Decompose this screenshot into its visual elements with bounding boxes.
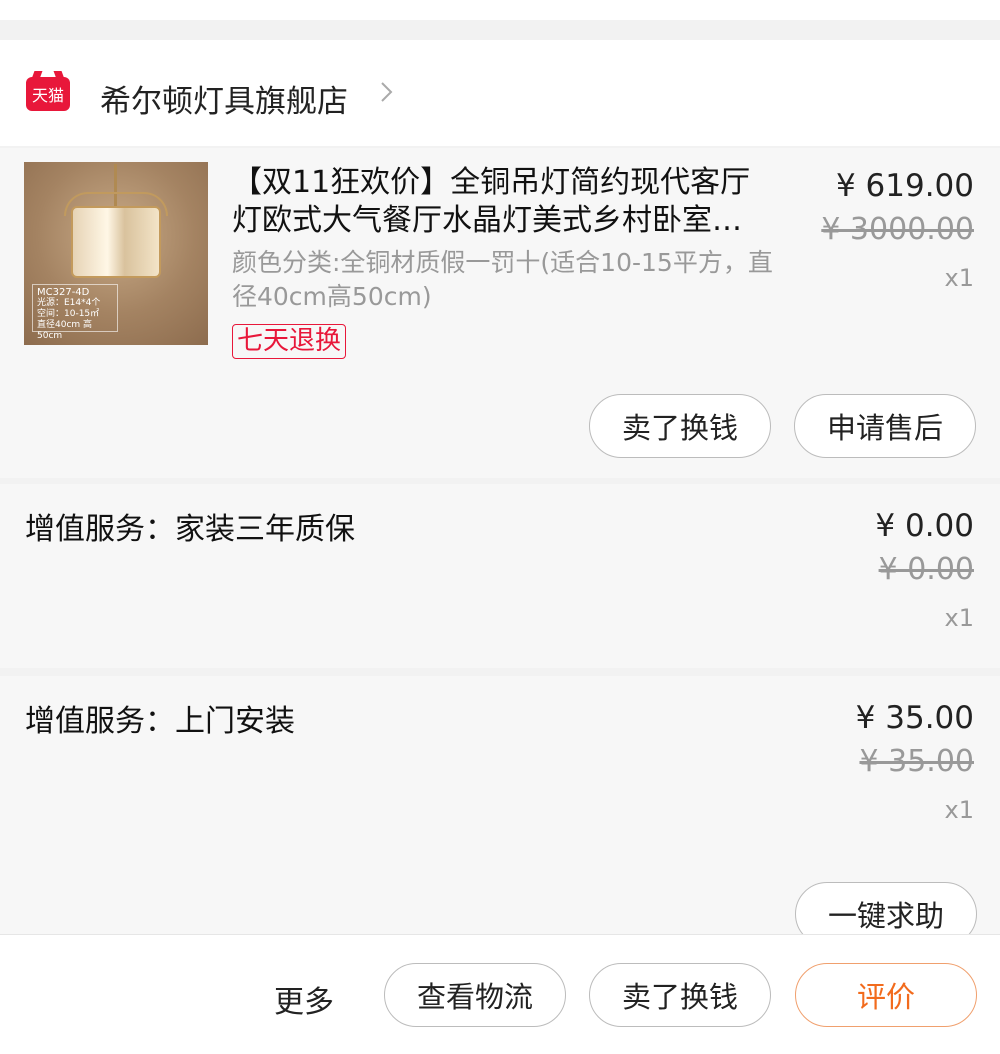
image-line: 光源：E14*4个: [37, 298, 101, 308]
product-title-line: 【双11狂欢价】全铜吊灯简约现代客厅: [232, 165, 751, 200]
product-quantity: x1: [944, 264, 974, 292]
service-price: ¥ 35.00: [855, 700, 974, 736]
previous-card-edge: [0, 0, 1000, 20]
tmall-logo: 天猫: [26, 77, 70, 111]
image-tag: MC327-4D 光源：E14*4个 空间：10-15㎡ 直径40cm 高50c…: [32, 284, 118, 341]
image-line: 直径40cm 高50cm: [37, 320, 93, 341]
product-image[interactable]: MC327-4D 光源：E14*4个 空间：10-15㎡ 直径40cm 高50c…: [24, 162, 208, 345]
product-item[interactable]: MC327-4D 光源：E14*4个 空间：10-15㎡ 直径40cm 高50c…: [0, 148, 1000, 478]
service-original-price: ¥ 0.00: [878, 552, 974, 587]
image-model: MC327-4D: [37, 287, 90, 298]
review-button[interactable]: 评价: [795, 963, 977, 1027]
service-price-column: ¥ 35.00 ¥ 35.00 x1: [856, 698, 974, 834]
service-price: ¥ 0.00: [875, 508, 974, 544]
sell-button[interactable]: 卖了换钱: [589, 394, 771, 458]
service-quantity: x1: [944, 604, 974, 632]
service-item-warranty[interactable]: 增值服务：家装三年质保 ¥ 0.00 ¥ 0.00 x1: [0, 484, 1000, 668]
product-title-line: 灯欧式大气餐厅水晶灯美式乡村卧室…: [232, 203, 742, 238]
sell-button-bottom[interactable]: 卖了换钱: [589, 963, 771, 1027]
store-header[interactable]: 天猫 希尔顿灯具旗舰店: [0, 40, 1000, 146]
after-sale-button[interactable]: 申请售后: [794, 394, 976, 458]
product-price-column: ¥ 619.00 ¥ 3000.00 x1: [821, 166, 974, 302]
service-quantity: x1: [944, 796, 974, 824]
service-item-installation[interactable]: 增值服务：上门安装 ¥ 35.00 ¥ 35.00 x1 一键求助: [0, 676, 1000, 946]
bottom-action-bar: 更多 查看物流 卖了换钱 评价: [0, 934, 1000, 1054]
lamp-body: [71, 206, 161, 278]
view-logistics-button[interactable]: 查看物流: [384, 963, 566, 1027]
service-label: 增值服务：上门安装: [25, 704, 295, 739]
image-line: 空间：10-15㎡: [37, 309, 100, 319]
chevron-right-icon[interactable]: [374, 80, 398, 104]
product-spec: 颜色分类:全铜材质假一罚十(适合10-15平方，直径40cm高50cm): [232, 248, 773, 311]
more-button[interactable]: 更多: [274, 977, 334, 1021]
product-original-price: ¥ 3000.00: [821, 212, 974, 247]
service-original-price: ¥ 35.00: [859, 744, 974, 779]
store-name[interactable]: 希尔顿灯具旗舰店: [100, 76, 348, 121]
product-title[interactable]: 【双11狂欢价】全铜吊灯简约现代客厅 灯欧式大气餐厅水晶灯美式乡村卧室…: [232, 164, 782, 240]
product-price: ¥ 619.00: [835, 168, 974, 204]
service-label: 增值服务：家装三年质保: [25, 512, 355, 547]
top-spacer: [0, 0, 1000, 40]
service-price-column: ¥ 0.00 ¥ 0.00 x1: [875, 506, 974, 642]
return-badge: 七天退换: [232, 324, 347, 359]
